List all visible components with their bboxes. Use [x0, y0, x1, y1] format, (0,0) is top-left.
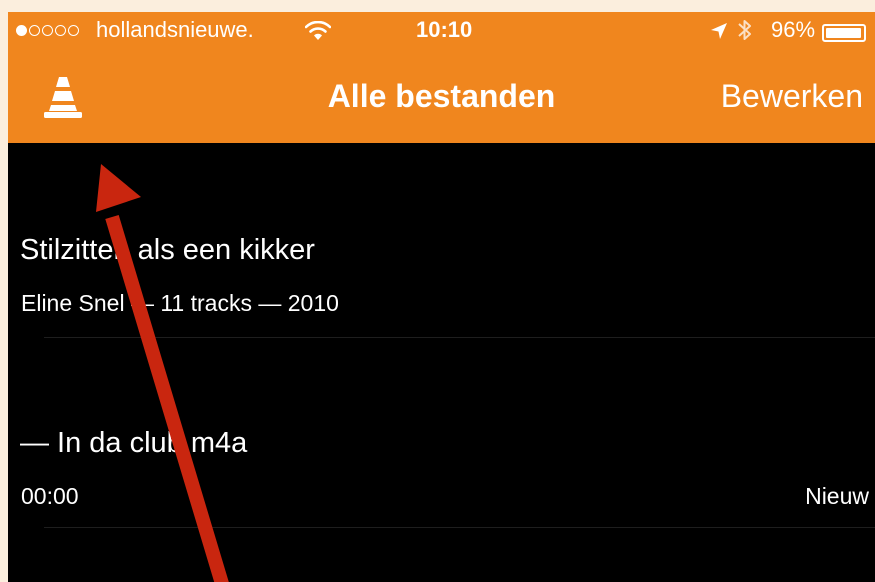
status-time: 10:10 — [416, 17, 473, 42]
top-bar: hollandsnieuwe. 10:10 96% Alle bestanden… — [8, 12, 875, 143]
battery-level — [826, 28, 861, 38]
battery-icon — [822, 24, 866, 42]
list-separator — [44, 527, 875, 528]
wifi-icon — [304, 20, 332, 47]
list-item-title: — In da club.m4a — [20, 427, 248, 459]
app-screen: hollandsnieuwe. 10:10 96% Alle bestanden… — [8, 12, 875, 582]
new-badge: Nieuw — [805, 483, 869, 509]
list-item-file[interactable]: — In da club.m4a 00:00 Nieuw — [8, 338, 875, 528]
battery-percent: 96% — [771, 17, 816, 42]
bluetooth-icon — [737, 18, 753, 48]
status-bar: hollandsnieuwe. 10:10 96% — [8, 12, 875, 48]
carrier-name: hollandsnieuwe. — [96, 17, 254, 42]
location-arrow-icon — [710, 20, 728, 46]
edit-button[interactable]: Bewerken — [721, 78, 863, 115]
list-item-album[interactable]: Stilzitten als een kikker Eline Snel — 1… — [8, 143, 875, 338]
list-item-title: Stilzitten als een kikker — [20, 234, 315, 266]
list-item-subtitle: Eline Snel — 11 tracks — 2010 — [21, 290, 339, 316]
list-item-subtitle: 00:00 — [21, 483, 79, 509]
signal-strength-icon — [16, 25, 79, 36]
